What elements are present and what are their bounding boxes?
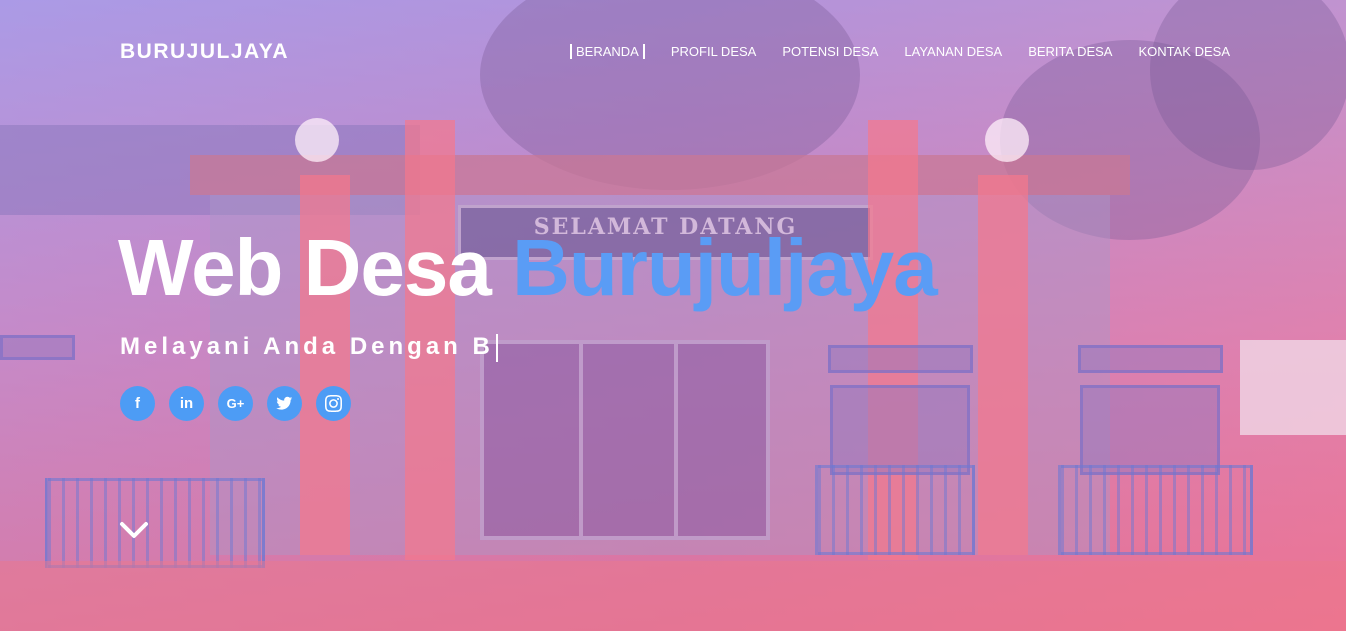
instagram-icon[interactable] — [316, 386, 351, 421]
main-menu: BERANDA PROFIL DESA POTENSI DESA LAYANAN… — [569, 44, 1230, 59]
menu-item-berita-desa[interactable]: BERITA DESA — [1028, 44, 1112, 59]
google-plus-icon[interactable]: G+ — [218, 386, 253, 421]
menu-item-layanan-desa[interactable]: LAYANAN DESA — [904, 44, 1002, 59]
hero-title-accent: Burujuljaya — [512, 223, 938, 312]
social-links: f in G+ — [120, 386, 351, 421]
top-navbar: BURUJULJAYA BERANDA PROFIL DESA POTENSI … — [0, 0, 1346, 105]
hero-subtitle: Melayani Anda Dengan B — [120, 333, 498, 362]
menu-item-profil-desa[interactable]: PROFIL DESA — [671, 44, 756, 59]
hero-section: SELAMAT DATANG BURUJULJAYA BERANDA PROFI… — [0, 0, 1346, 631]
hero-subtitle-text: Melayani Anda Dengan B — [120, 333, 494, 360]
typing-cursor — [495, 333, 498, 362]
hero-title-main: Web Desa — [118, 223, 513, 312]
menu-item-kontak-desa[interactable]: KONTAK DESA — [1138, 44, 1230, 59]
chevron-down-icon[interactable] — [118, 518, 150, 542]
facebook-icon[interactable]: f — [120, 386, 155, 421]
menu-item-beranda[interactable]: BERANDA — [569, 44, 645, 59]
twitter-icon[interactable] — [267, 386, 302, 421]
brand-logo[interactable]: BURUJULJAYA — [120, 40, 289, 64]
hero-title: Web Desa Burujuljaya — [118, 222, 938, 314]
menu-item-potensi-desa[interactable]: POTENSI DESA — [782, 44, 878, 59]
linkedin-icon[interactable]: in — [169, 386, 204, 421]
